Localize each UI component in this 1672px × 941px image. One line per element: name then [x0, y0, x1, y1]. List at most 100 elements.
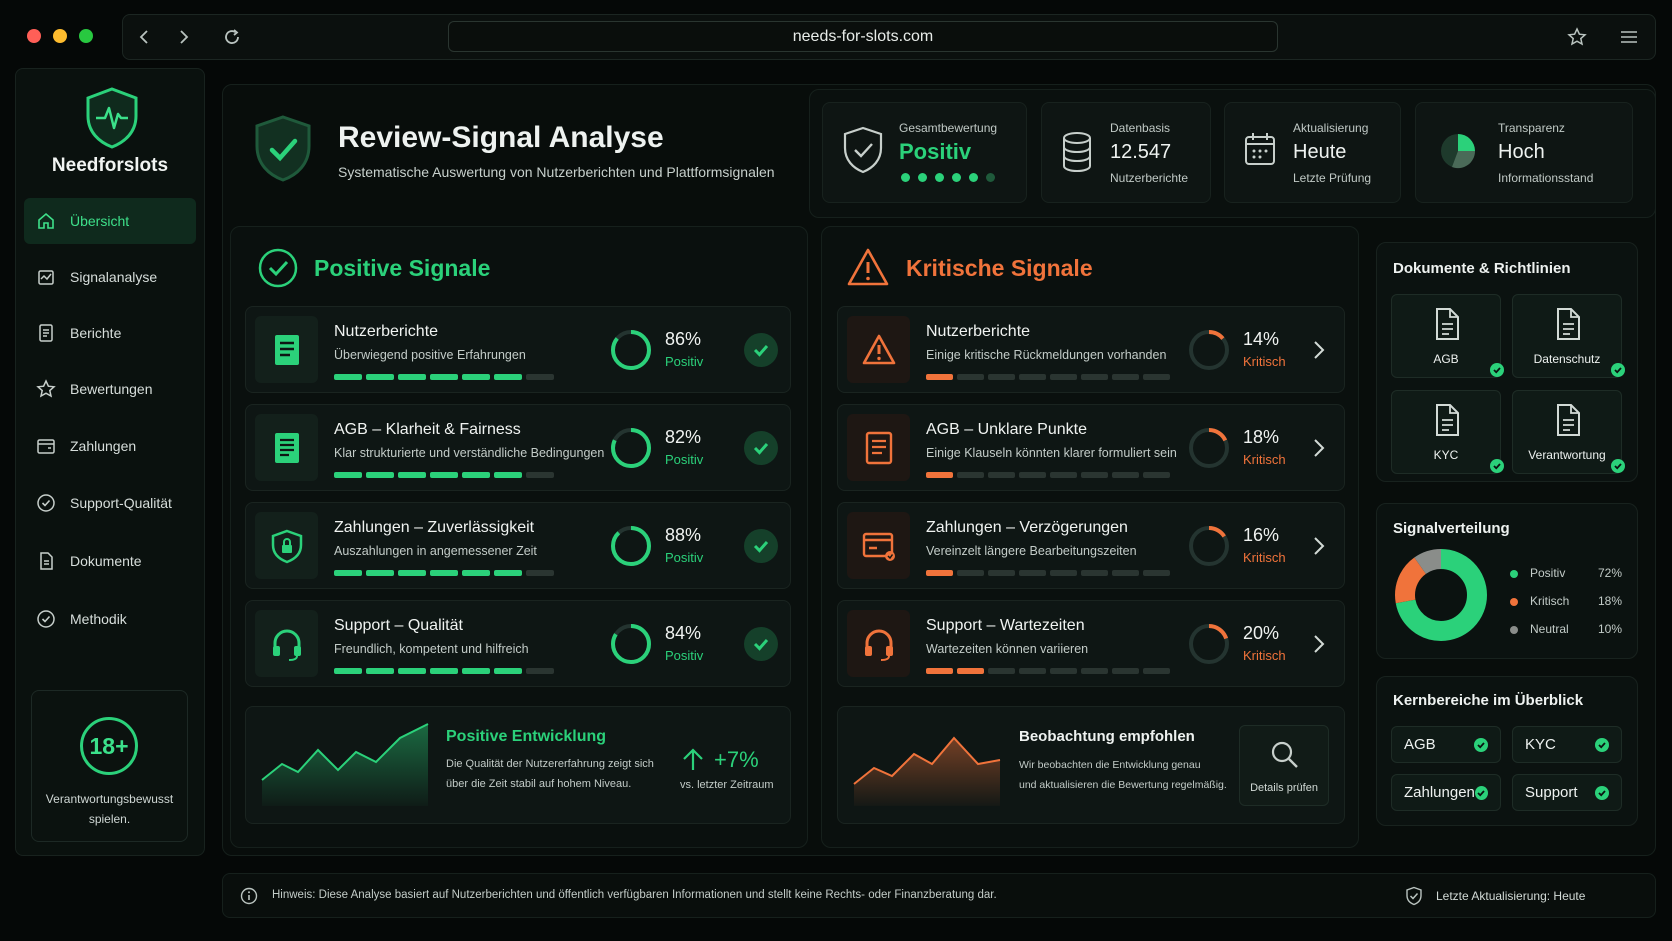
signal-percent: 18% — [1243, 427, 1280, 447]
core-area-zahlungen[interactable]: Zahlungen — [1391, 774, 1501, 811]
bookmark-button[interactable] — [1562, 22, 1592, 52]
warning-icon — [847, 248, 889, 286]
signal-percent: 86% — [665, 329, 702, 349]
brand-logo — [84, 86, 140, 155]
check-icon — [1595, 737, 1609, 752]
progress-segment — [494, 472, 522, 478]
check-badge-icon — [744, 627, 778, 661]
progress-ring — [1189, 624, 1229, 664]
sidebar-item-label: Berichte — [70, 325, 122, 341]
hamburger-menu-icon — [1621, 31, 1637, 43]
signal-icon — [38, 270, 54, 285]
progress-segment — [1143, 570, 1170, 576]
progress-segment — [1112, 374, 1139, 380]
chevron-right-icon[interactable] — [1312, 437, 1326, 464]
stat-sub: Informationsstand — [1498, 171, 1594, 185]
window-minimize-button[interactable] — [53, 29, 67, 43]
chevron-right-icon[interactable] — [1312, 633, 1326, 660]
headset-icon — [864, 629, 893, 661]
signal-icon-box — [847, 512, 910, 579]
signal-progress-bar — [926, 668, 1170, 674]
reload-icon — [225, 29, 239, 44]
sidebar-item-support-qualitaet[interactable]: Support-Qualität — [24, 480, 196, 526]
document-tile-datenschutz[interactable]: Datenschutz — [1512, 294, 1625, 378]
chevron-right-icon[interactable] — [1312, 339, 1326, 366]
signal-progress-bar — [334, 570, 554, 576]
core-area-label: Zahlungen — [1404, 784, 1475, 801]
core-area-kyc[interactable]: KYC — [1512, 726, 1622, 763]
shield-check-icon — [843, 126, 883, 174]
signal-title: Nutzerberichte — [334, 323, 439, 340]
sidebar-item-dokumente[interactable]: Dokumente — [24, 538, 196, 584]
stat-value-transparency: Hoch — [1498, 141, 1545, 163]
reload-button[interactable] — [217, 22, 247, 52]
critical-signal-card[interactable]: Nutzerberichte Einige kritische Rückmeldu… — [837, 306, 1345, 393]
positive-signal-card[interactable]: Zahlungen – Zuverlässigkeit Auszahlungen … — [245, 502, 791, 589]
sidebar-item-berichte[interactable]: Berichte — [24, 310, 196, 356]
sidebar-item-zahlungen[interactable]: Zahlungen — [24, 423, 196, 469]
legend-dot — [1510, 626, 1518, 634]
check-icon — [1490, 459, 1504, 473]
document-tile-kyc[interactable]: KYC — [1391, 390, 1504, 474]
back-button[interactable] — [130, 22, 160, 52]
signal-icon-box — [847, 610, 910, 677]
menu-button[interactable] — [1614, 22, 1644, 52]
sidebar-item-signalanalyse[interactable]: Signalanalyse — [24, 254, 196, 300]
address-bar[interactable]: needs-for-slots.com — [448, 21, 1278, 52]
stat-value-update: Heute — [1293, 141, 1347, 163]
rating-dot — [935, 173, 944, 182]
sidebar-item-uebersicht[interactable]: Übersicht — [24, 198, 196, 244]
forward-button[interactable] — [168, 22, 198, 52]
footer-updated: Letzte Aktualisierung: Heute — [1436, 889, 1586, 903]
progress-segment — [366, 472, 394, 478]
signal-progress-bar — [334, 472, 554, 478]
check-icon — [1611, 459, 1625, 473]
signal-title: Zahlungen – Zuverlässigkeit — [334, 519, 535, 536]
progress-segment — [462, 570, 490, 576]
signal-ring — [1187, 328, 1231, 377]
document-icon — [865, 431, 892, 464]
progress-segment — [430, 668, 458, 674]
progress-ring — [1189, 330, 1229, 370]
documents-title: Dokumente & Richtlinien — [1393, 260, 1571, 277]
positive-signal-card[interactable]: Nutzerberichte Überwiegend positive Erfah… — [245, 306, 791, 393]
sidebar-item-label: Support-Qualität — [70, 495, 172, 511]
critical-signal-card[interactable]: Zahlungen – Verzögerungen Vereinzelt läng… — [837, 502, 1345, 589]
positive-signal-card[interactable]: Support – Qualität Freundlich, kompetent … — [245, 600, 791, 687]
positive-signal-card[interactable]: AGB – Klarheit & Fairness Klar strukturie… — [245, 404, 791, 491]
progress-segment — [430, 472, 458, 478]
window-close-button[interactable] — [27, 29, 41, 43]
critical-signal-card[interactable]: Support – Wartezeiten Wartezeiten können … — [837, 600, 1345, 687]
document-tile-verantwortung[interactable]: Verantwortung — [1512, 390, 1625, 474]
chevron-right-icon[interactable] — [1312, 535, 1326, 562]
progress-segment — [926, 668, 953, 674]
shield-check-icon — [1406, 886, 1422, 906]
document-tile-label: Datenschutz — [1533, 352, 1601, 366]
signal-description: Auszahlungen in angemessener Zeit — [334, 544, 537, 558]
pie-chart-icon — [1441, 134, 1476, 169]
sidebar-item-methodik[interactable]: Methodik — [24, 596, 196, 642]
core-area-support[interactable]: Support — [1512, 774, 1622, 811]
progress-segment — [526, 472, 554, 478]
document-tile-agb[interactable]: AGB — [1391, 294, 1504, 378]
sidebar-item-bewertungen[interactable]: Bewertungen — [24, 366, 196, 412]
progress-segment — [988, 570, 1015, 576]
details-button[interactable]: Details prüfen — [1239, 725, 1329, 806]
stat-value-overall: Positiv — [899, 139, 972, 164]
critical-signal-card[interactable]: AGB – Unklare Punkte Einige Klauseln könn… — [837, 404, 1345, 491]
window-maximize-button[interactable] — [79, 29, 93, 43]
progress-segment — [398, 668, 426, 674]
signal-status-label: Kritisch — [1243, 354, 1286, 369]
progress-segment — [1112, 570, 1139, 576]
age-badge: 18+ — [80, 717, 138, 775]
database-icon — [1063, 132, 1091, 173]
progress-segment — [526, 668, 554, 674]
progress-segment — [1019, 472, 1046, 478]
signal-icon-box — [255, 414, 318, 481]
rating-dot — [969, 173, 978, 182]
signal-icon-box — [255, 610, 318, 677]
core-area-agb[interactable]: AGB — [1391, 726, 1501, 763]
signal-icon-box — [847, 414, 910, 481]
signal-ring — [1187, 426, 1231, 475]
chevron-left-icon — [139, 30, 148, 44]
